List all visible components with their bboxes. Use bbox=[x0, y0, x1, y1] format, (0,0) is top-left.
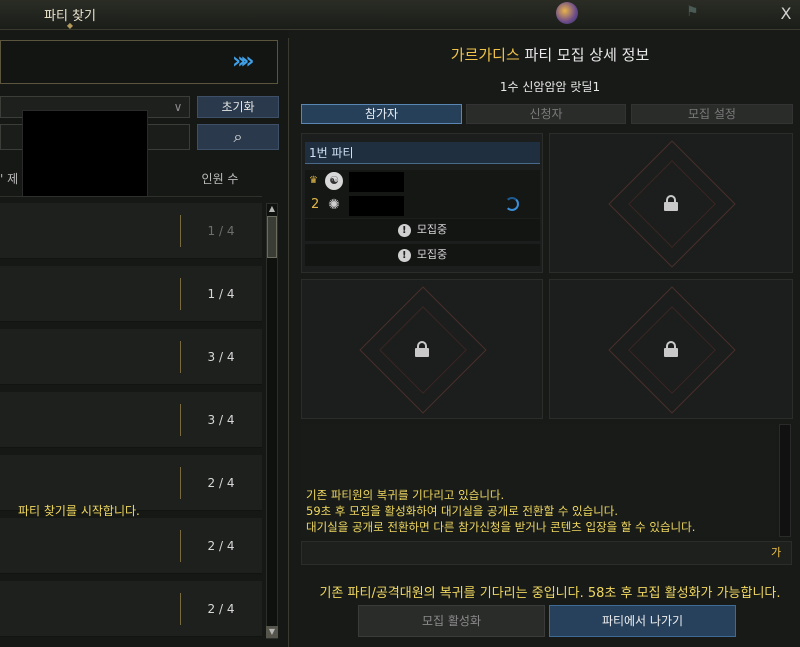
member-count: 3 / 4 bbox=[207, 413, 235, 427]
class-icon: ☯ bbox=[325, 172, 343, 190]
scroll-up-icon[interactable]: ▲ bbox=[266, 203, 278, 215]
lock-icon bbox=[664, 341, 678, 357]
party-row[interactable]: 2 / 4 bbox=[0, 518, 262, 574]
column-header-title: ' 제 bbox=[0, 172, 19, 186]
member-count: 2 / 4 bbox=[207, 476, 235, 490]
party-slot-locked bbox=[301, 279, 543, 419]
class-icon: ✺ bbox=[328, 197, 340, 213]
member-count: 3 / 4 bbox=[207, 350, 235, 364]
detail-title-text: 파티 모집 상세 정보 bbox=[519, 46, 650, 64]
party-row[interactable]: 1 / 4 bbox=[0, 266, 262, 322]
search-icon: ⌕ bbox=[233, 127, 243, 146]
status-message: 기존 파티/공격대원의 복귀를 기다리는 중입니다. 58초 후 모집 활성화가… bbox=[319, 586, 781, 601]
divider bbox=[180, 467, 181, 499]
list-scrollbar[interactable] bbox=[266, 203, 278, 639]
divider bbox=[180, 278, 181, 310]
divider bbox=[180, 215, 181, 247]
reset-button[interactable]: 초기화 bbox=[197, 96, 279, 118]
system-message: 기존 파티원의 복귀를 기다리고 있습니다. bbox=[306, 488, 505, 502]
title-ornament-icon: ◆ bbox=[66, 21, 74, 30]
input-language-indicator[interactable]: 가 bbox=[766, 544, 786, 562]
start-message: 파티 찾기를 시작합니다. bbox=[18, 504, 140, 518]
title-bar bbox=[0, 0, 800, 30]
chat-scrollbar[interactable] bbox=[779, 424, 791, 537]
party-name: 1수 신암암암 랏딜1 bbox=[499, 80, 601, 94]
divider bbox=[0, 196, 262, 197]
leader-crown-icon: ♛ bbox=[309, 175, 318, 186]
activate-recruit-button[interactable]: 모집 활성화 bbox=[358, 605, 545, 637]
close-button[interactable]: X bbox=[776, 4, 796, 24]
leave-party-button[interactable]: 파티에서 나가기 bbox=[549, 605, 736, 637]
redacted-region bbox=[22, 110, 148, 197]
divider bbox=[180, 341, 181, 373]
system-message: 59초 후 모집을 활성화하여 대기실을 공개로 전환할 수 있습니다. bbox=[306, 504, 619, 518]
member-count: 1 / 4 bbox=[207, 224, 235, 238]
divider bbox=[180, 530, 181, 562]
minimap-icon[interactable] bbox=[556, 2, 578, 24]
scroll-down-icon[interactable]: ▼ bbox=[266, 626, 278, 638]
map-pin-icon: ⚑ bbox=[686, 4, 699, 20]
lock-icon bbox=[415, 341, 429, 357]
recruiting-label: 모집중 bbox=[416, 248, 448, 261]
member-number: 2 bbox=[311, 197, 320, 212]
party-slot-locked bbox=[549, 279, 793, 419]
column-header-members: 인원 수 bbox=[201, 172, 239, 186]
chat-input[interactable] bbox=[301, 541, 792, 565]
recruiting-label: 모집중 bbox=[416, 223, 448, 236]
party-slot-locked bbox=[549, 133, 793, 273]
lock-icon bbox=[664, 195, 678, 211]
exclamation-icon: ! bbox=[397, 248, 411, 262]
redacted-name bbox=[349, 172, 404, 192]
party-row[interactable]: 3 / 4 bbox=[0, 329, 262, 385]
recruiting-slot: ! 모집중 bbox=[305, 244, 540, 266]
tab-applicants[interactable]: 신청자 bbox=[466, 104, 626, 124]
tab-settings[interactable]: 모집 설정 bbox=[631, 104, 793, 124]
member-count: 2 / 4 bbox=[207, 602, 235, 616]
tab-participants[interactable]: 참가자 bbox=[301, 104, 462, 124]
party-1-header: 1번 파티 bbox=[305, 142, 540, 164]
loading-spinner-icon bbox=[505, 197, 519, 211]
party-row[interactable]: 1 / 4 bbox=[0, 203, 262, 259]
scroll-thumb[interactable] bbox=[267, 216, 277, 258]
search-button[interactable]: ⌕ bbox=[197, 124, 279, 150]
recruiting-slot: ! 모집중 bbox=[305, 219, 540, 241]
divider bbox=[180, 404, 181, 436]
member-count: 1 / 4 bbox=[207, 287, 235, 301]
divider bbox=[180, 593, 181, 625]
system-message: 대기실을 공개로 전환하면 다른 참가신청을 받거나 콘텐츠 입장을 할 수 있… bbox=[306, 520, 696, 534]
redacted-name bbox=[349, 196, 404, 216]
chevron-down-icon[interactable]: ∨ bbox=[168, 97, 188, 117]
double-chevron-right-icon[interactable]: »» bbox=[232, 49, 272, 75]
party-row[interactable]: 3 / 4 bbox=[0, 392, 262, 448]
raid-name: 가르가디스 bbox=[450, 46, 520, 64]
member-count: 2 / 4 bbox=[207, 539, 235, 553]
exclamation-icon: ! bbox=[397, 223, 411, 237]
party-row[interactable]: 2 / 4 bbox=[0, 581, 262, 637]
detail-title: 가르가디스 파티 모집 상세 정보 bbox=[300, 44, 800, 65]
